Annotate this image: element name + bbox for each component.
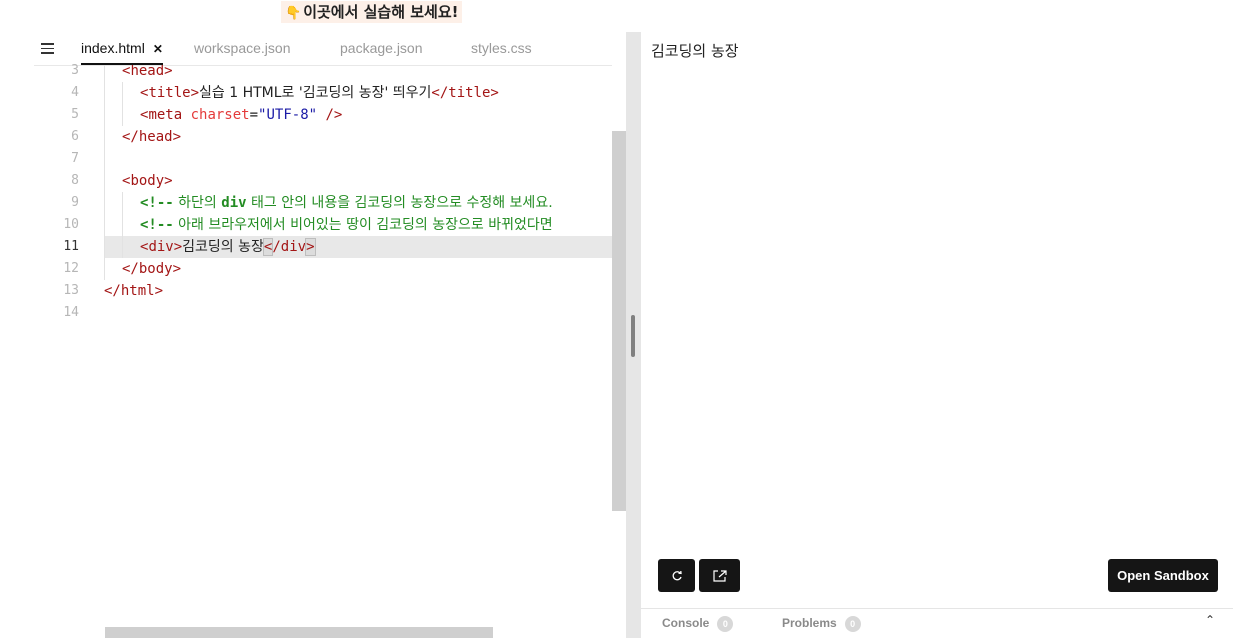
refresh-button[interactable] (658, 559, 695, 592)
resize-handle[interactable] (631, 315, 635, 357)
code-line[interactable] (104, 302, 626, 324)
tab-label: styles.css (471, 40, 532, 56)
devtools-bar: Console 0 Problems 0 ⌃ (641, 608, 1233, 639)
tab-label: workspace.json (194, 40, 291, 56)
browser-preview: 김코딩의 농장 Open Sandbox Console 0 Problems 0 … (641, 32, 1233, 639)
pane-resize-divider[interactable] (626, 32, 641, 638)
line-number: 13 (63, 283, 79, 298)
line-number: 8 (71, 173, 79, 188)
preview-content: 김코딩의 농장 (651, 42, 739, 60)
tab-problems[interactable]: Problems 0 (782, 609, 861, 639)
vertical-scrollbar[interactable] (612, 65, 626, 638)
code-line[interactable]: </body> (104, 258, 626, 280)
line-number: 12 (63, 261, 79, 276)
close-icon[interactable]: ✕ (153, 42, 163, 56)
tab-label: package.json (340, 40, 423, 56)
tab-styles-css[interactable]: styles.css (471, 32, 532, 65)
console-count-badge: 0 (717, 615, 734, 632)
hamburger-menu-icon[interactable] (41, 43, 54, 54)
tab-label: index.html (81, 40, 145, 56)
line-number: 9 (71, 195, 79, 210)
external-link-icon (712, 569, 727, 582)
code-line[interactable]: </html> (104, 280, 626, 302)
horizontal-scroll-thumb[interactable] (105, 627, 493, 638)
code-line[interactable]: <!-- 아래 브라우저에서 비어있는 땅이 김코딩의 농장으로 바뀌었다면 (104, 214, 626, 236)
problems-count-badge: 0 (844, 615, 861, 632)
line-number: 5 (71, 107, 79, 122)
open-sandbox-button[interactable]: Open Sandbox (1108, 559, 1218, 592)
tab-console[interactable]: Console 0 (662, 609, 734, 639)
tab-index-html[interactable]: index.html ✕ (81, 32, 163, 65)
practice-banner: 👇 이곳에서 실습해 보세요! (281, 1, 463, 23)
line-number: 14 (63, 305, 79, 320)
refresh-icon (672, 570, 682, 580)
code-line[interactable]: <title>실습 1 HTML로 '김코딩의 농장' 띄우기</title> (104, 82, 626, 104)
chevron-up-icon[interactable]: ⌃ (1205, 613, 1215, 627)
code-area[interactable]: <head> <title>실습 1 HTML로 '김코딩의 농장' 띄우기</… (104, 65, 626, 638)
banner-text: 이곳에서 실습해 보세요! (303, 3, 459, 21)
code-line[interactable]: <body> (104, 170, 626, 192)
code-line-current[interactable]: <div>김코딩의 농장</div> (104, 236, 626, 258)
code-line[interactable]: </head> (104, 126, 626, 148)
pointing-hand-icon: 👇 (285, 6, 302, 21)
code-editor: index.html ✕ workspace.json package.json … (34, 32, 626, 638)
code-line[interactable] (104, 148, 626, 170)
tab-package-json[interactable]: package.json (340, 32, 423, 65)
line-number: 6 (71, 129, 79, 144)
code-line[interactable]: <meta charset="UTF-8" /> (104, 104, 626, 126)
line-number: 4 (71, 85, 79, 100)
editor-tab-bar: index.html ✕ workspace.json package.json … (34, 32, 626, 66)
code-line[interactable]: <head> (104, 65, 626, 82)
tab-label: Console (662, 616, 710, 630)
tab-label: Problems (782, 616, 837, 630)
line-number: 10 (63, 217, 79, 232)
line-number-current: 11 (63, 239, 79, 254)
vertical-scroll-thumb[interactable] (612, 131, 626, 511)
line-number: 3 (71, 63, 79, 78)
tab-workspace-json[interactable]: workspace.json (194, 32, 291, 65)
line-number-gutter: 3 4 5 6 7 8 9 10 11 12 13 14 (34, 63, 104, 638)
line-number: 7 (71, 151, 79, 166)
code-line[interactable]: <!-- 하단의 div 태그 안의 내용을 김코딩의 농장으로 수정해 보세요… (104, 192, 626, 214)
open-new-window-button[interactable] (699, 559, 740, 592)
